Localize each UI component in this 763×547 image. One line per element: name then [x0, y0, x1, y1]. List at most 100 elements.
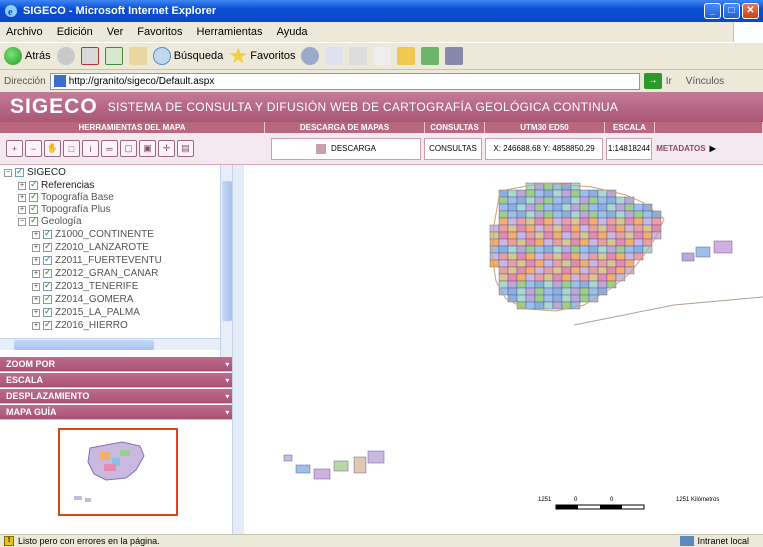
tree-horizontal-scrollbar[interactable]: [0, 338, 220, 350]
tree-item-fuerteventura[interactable]: +Z2011_FUERTEVENTU: [32, 254, 162, 266]
map-tile: [561, 196, 572, 205]
minimize-button[interactable]: _: [704, 3, 721, 19]
map-tile: [552, 238, 563, 247]
section-header-row: HERRAMIENTAS DEL MAPA DESCARGA DE MAPAS …: [0, 122, 763, 133]
map-tile: [552, 301, 563, 310]
map-tile: [606, 259, 617, 268]
tree-item-tenerife[interactable]: +Z2013_TENERIFE: [32, 280, 138, 292]
menu-ver[interactable]: Ver: [107, 26, 124, 38]
queries-button[interactable]: CONSULTAS: [424, 137, 482, 160]
download-button[interactable]: DESCARGA: [271, 137, 421, 160]
menu-archivo[interactable]: Archivo: [6, 26, 43, 38]
folder-icon[interactable]: [397, 47, 416, 65]
tree-item-referencias[interactable]: +Referencias: [18, 179, 94, 191]
tools-icon[interactable]: [445, 47, 464, 65]
section-download: DESCARGA DE MAPAS: [265, 122, 425, 133]
mail-icon[interactable]: [325, 47, 344, 65]
map-tile: [498, 231, 509, 240]
zoom-in-icon[interactable]: +: [6, 140, 23, 157]
scale-bar: 1251 0 0 1251 Kilómetros: [538, 497, 719, 510]
refresh-icon[interactable]: [104, 47, 123, 65]
clear-icon[interactable]: ▣: [139, 140, 156, 157]
tree-scroll-thumb[interactable]: [222, 181, 232, 321]
menu-edicion[interactable]: Edición: [57, 26, 93, 38]
tree-root[interactable]: −SIGECO: [4, 166, 66, 178]
map-tile: [516, 287, 527, 296]
panel-zoom[interactable]: ZOOM POR ▾ »: [0, 357, 244, 372]
map-tile: [615, 210, 626, 219]
pan-hand-icon[interactable]: ✋: [44, 140, 61, 157]
messenger-icon[interactable]: [421, 47, 440, 65]
star-icon: [229, 47, 247, 64]
map-tile: [507, 231, 518, 240]
tree-item-lanzarote[interactable]: +Z2010_LANZAROTE: [32, 241, 149, 253]
edit-icon[interactable]: [373, 47, 392, 65]
page-icon: [53, 75, 66, 87]
map-tile: [579, 189, 590, 198]
map-tile: [507, 203, 518, 212]
tree-item-gran-canaria[interactable]: +Z2012_GRAN_CANAR: [32, 267, 158, 279]
map-tile: [516, 245, 527, 254]
warning-icon[interactable]: !: [4, 536, 14, 546]
home-icon[interactable]: [128, 47, 147, 65]
info-icon[interactable]: i: [82, 140, 99, 157]
map-tile: [606, 252, 617, 261]
tree-item-geologia[interactable]: −Geología: [18, 215, 82, 227]
map-tile: [552, 266, 563, 275]
menu-favoritos[interactable]: Favoritos: [137, 26, 182, 38]
back-button[interactable]: Atrás: [4, 47, 51, 65]
map-tile: [642, 203, 653, 212]
stop-icon[interactable]: [80, 47, 99, 65]
panel-scale[interactable]: ESCALA ▾ »: [0, 373, 244, 388]
coordinates-icon[interactable]: ✛: [158, 140, 175, 157]
history-icon[interactable]: [301, 47, 320, 65]
tree-hscroll-thumb[interactable]: [14, 340, 154, 350]
map-tile: [516, 280, 527, 289]
map-tile: [606, 266, 617, 275]
print-icon[interactable]: [349, 47, 368, 65]
metadata-button[interactable]: METADATOS ▶: [655, 138, 717, 160]
map-tile: [552, 287, 563, 296]
map-tile: [606, 280, 617, 289]
map-tile: [543, 224, 554, 233]
tree-item-hierro[interactable]: +Z2016_HIERRO: [32, 319, 128, 331]
address-input[interactable]: http://granito/sigeco/Default.aspx: [49, 72, 640, 90]
select-icon[interactable]: ▢: [120, 140, 137, 157]
print-map-icon[interactable]: ▤: [177, 140, 194, 157]
measure-icon[interactable]: ═: [101, 140, 118, 157]
title-bar: e SIGECO - Microsoft Internet Explorer _…: [0, 0, 763, 22]
menu-ayuda[interactable]: Ayuda: [277, 26, 308, 38]
play-icon: ▶: [709, 144, 716, 153]
panel-pan[interactable]: DESPLAZAMIENTO ▾ »: [0, 389, 244, 404]
map-tile: [615, 196, 626, 205]
search-button[interactable]: Búsqueda: [152, 47, 223, 65]
map-tile: [624, 238, 635, 247]
map-viewer[interactable]: 1251 0 0 1251 Kilómetros: [244, 165, 763, 534]
left-panel-scrollbar[interactable]: [232, 165, 244, 534]
map-tile: [552, 245, 563, 254]
forward-arrow-icon[interactable]: [56, 47, 75, 65]
download-label: DESCARGA: [331, 144, 376, 153]
tree-item-topografia-plus[interactable]: +Topografía Plus: [18, 203, 111, 215]
zoom-out-icon[interactable]: −: [25, 140, 42, 157]
go-button[interactable]: →: [643, 73, 662, 89]
map-tile: [543, 252, 554, 261]
tree-item-gomera[interactable]: +Z2014_GOMERA: [32, 293, 133, 305]
tree-item-continente[interactable]: +Z1000_CONTINENTE: [32, 228, 154, 240]
status-message: Listo pero con errores en la página.: [18, 536, 160, 546]
maximize-button[interactable]: □: [723, 3, 740, 19]
full-extent-icon[interactable]: □: [63, 140, 80, 157]
favorites-button[interactable]: Favoritos: [229, 47, 295, 65]
go-label[interactable]: Ir: [666, 76, 672, 87]
close-button[interactable]: ✕: [742, 3, 759, 19]
tree-vertical-scrollbar[interactable]: [220, 165, 232, 357]
panel-guide-map[interactable]: MAPA GUÍA ▾ »: [0, 405, 244, 420]
guide-map-frame[interactable]: [58, 428, 178, 516]
menu-herramientas[interactable]: Herramientas: [197, 26, 263, 38]
map-tile: [552, 217, 563, 226]
links-label[interactable]: Vínculos: [686, 76, 724, 87]
map-tile: [552, 252, 563, 261]
tree-item-topografia-base[interactable]: +Topografía Base: [18, 191, 114, 203]
map-tile: [570, 182, 581, 191]
tree-item-la-palma[interactable]: +Z2015_LA_PALMA: [32, 306, 140, 318]
